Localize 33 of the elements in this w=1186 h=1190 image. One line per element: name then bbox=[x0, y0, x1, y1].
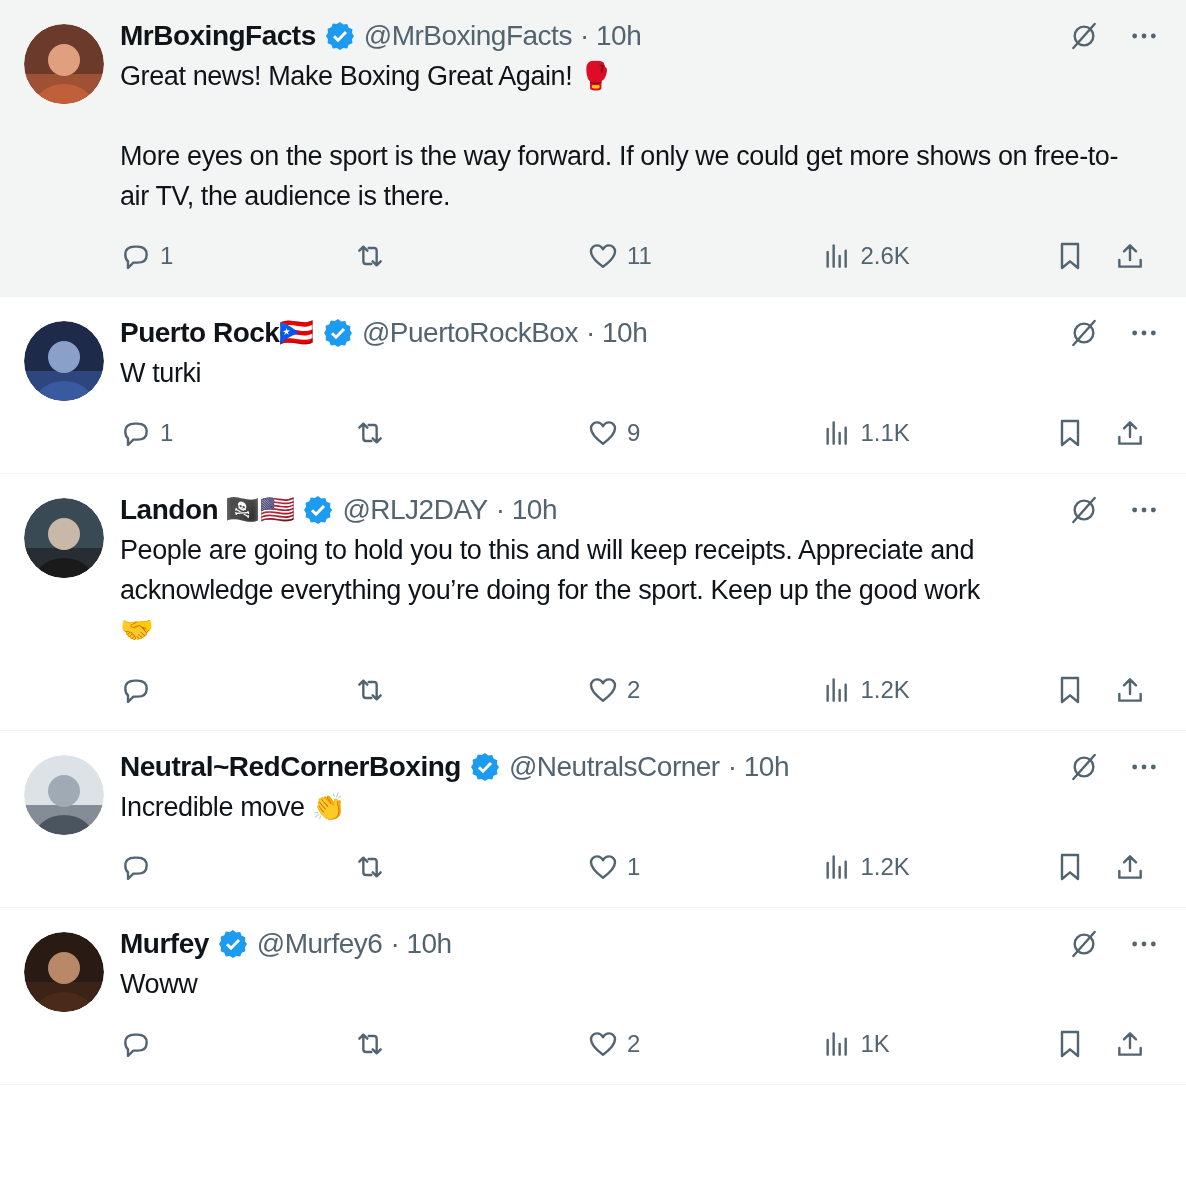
post-time[interactable]: · 10h bbox=[390, 923, 452, 965]
view-count: 1K bbox=[860, 1029, 890, 1059]
view-count: 1.1K bbox=[860, 418, 910, 448]
reply-count: 1 bbox=[160, 241, 174, 271]
user-handle[interactable]: @MrBoxingFacts bbox=[363, 15, 572, 57]
display-name[interactable]: Puerto Rock🇵🇷 bbox=[120, 312, 314, 354]
view-count: 1.2K bbox=[860, 675, 910, 705]
like-count: 1 bbox=[627, 852, 641, 882]
post-text: Incredible move 👏 bbox=[120, 791, 347, 824]
post-time[interactable]: · 10h bbox=[495, 489, 557, 531]
post-time[interactable]: · 10h bbox=[727, 746, 789, 788]
display-name[interactable]: Landon 🏴‍☠🇺🇸 bbox=[120, 489, 295, 531]
post-text: Woww bbox=[120, 968, 199, 1001]
like-count: 11 bbox=[627, 241, 652, 271]
display-name[interactable]: Neutral~RedCornerBoxing bbox=[120, 746, 461, 788]
post-text: Great news! Make Boxing Great Again! 🥊 More eyes on the sport is the way forward. If only we could get more shows on free-to-air TV, the audience is there. bbox=[120, 60, 1120, 213]
user-handle[interactable]: @RLJ2DAY bbox=[342, 489, 488, 531]
reply-count: 1 bbox=[160, 418, 174, 448]
post-text: People are going to hold you to this and will keep receipts. Appreciate and acknowledge everything you’re doing for the sport. Keep up the good work 🤝 bbox=[120, 534, 981, 647]
user-handle[interactable]: @NeutralsCorner bbox=[508, 746, 720, 788]
user-handle[interactable]: @PuertoRockBox bbox=[361, 312, 578, 354]
post-card[interactable]: MrBoxingFacts @MrBoxingFacts · 10h Great news! Make Boxing Great Again! 🥊 More eyes on the sport is the way forward. If only we could get more shows on free-to-air TV, the audience is there. 1 11 2.6K bbox=[0, 0, 1186, 297]
display-name[interactable]: Murfey bbox=[120, 923, 209, 965]
like-count: 2 bbox=[627, 675, 641, 705]
display-name[interactable]: MrBoxingFacts bbox=[120, 15, 316, 57]
like-count: 9 bbox=[627, 418, 641, 448]
view-count: 1.2K bbox=[860, 852, 910, 882]
user-handle[interactable]: @Murfey6 bbox=[256, 923, 383, 965]
post-time[interactable]: · 10h bbox=[579, 15, 642, 57]
view-count: 2.6K bbox=[860, 241, 910, 271]
post-time[interactable]: · 10h bbox=[585, 312, 648, 354]
like-count: 2 bbox=[627, 1029, 641, 1059]
post-text: W turki bbox=[120, 357, 203, 390]
